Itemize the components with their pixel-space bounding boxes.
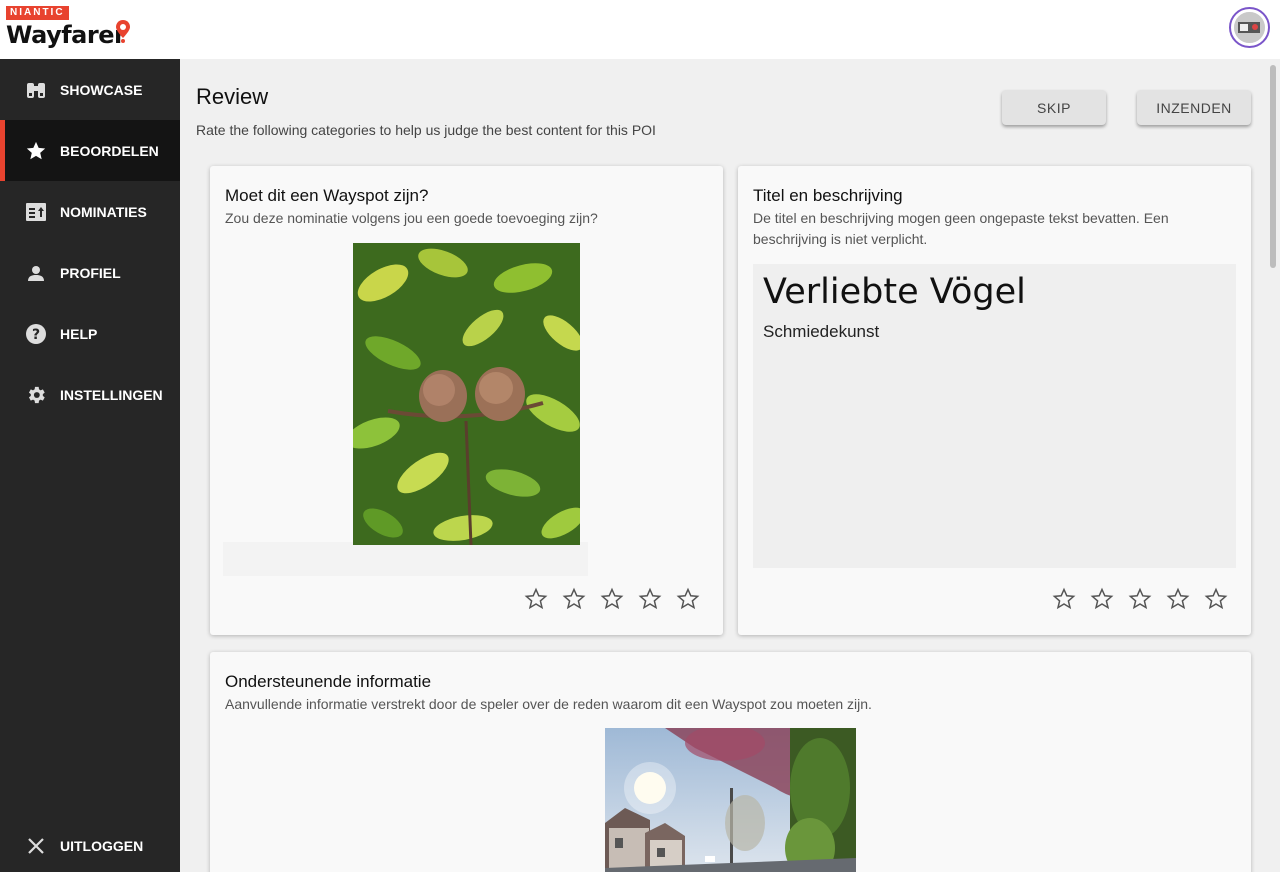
svg-text:?: ? [32,327,40,343]
gear-icon [25,384,47,406]
title-rating-stars [1045,586,1235,612]
skip-button[interactable]: SKIP [1002,90,1106,125]
sidebar-item-nominaties[interactable]: NOMINATIES [0,181,180,242]
top-bar: NIANTIC Wayfarer [0,0,1280,59]
wayfarer-logo[interactable]: NIANTIC Wayfarer [6,6,136,50]
niantic-wordmark: NIANTIC [6,6,69,20]
star-1-icon[interactable] [1045,586,1083,612]
binoculars-icon [25,79,47,101]
sidebar: SHOWCASE BEOORDELEN NOMINATIES PROFIEL ?… [0,59,180,872]
poi-title: Verliebte Vögel [763,272,1026,312]
sidebar-item-label: BEOORDELEN [60,142,159,159]
close-icon [25,835,47,857]
card-title: Moet dit een Wayspot zijn? [225,186,429,205]
user-avatar[interactable] [1229,7,1270,48]
supporting-info-card: Ondersteunende informatie Aanvullende in… [210,652,1251,872]
main-scrollbar[interactable] [1266,59,1280,872]
sidebar-item-label: NOMINATIES [60,203,147,220]
sidebar-item-beoordelen[interactable]: BEOORDELEN [0,120,180,181]
supporting-photo[interactable] [605,728,856,872]
star-5-icon[interactable] [669,586,707,612]
card-title: Ondersteunende informatie [225,672,432,691]
star-4-icon[interactable] [631,586,669,612]
star-4-icon[interactable] [1159,586,1197,612]
nomination-photo[interactable] [353,243,580,545]
sidebar-item-label: PROFIEL [60,264,121,281]
submit-button[interactable]: INZENDEN [1137,90,1251,125]
map-pin-icon [116,20,130,43]
poi-text-box: Verliebte Vögel Schmiedekunst [753,264,1236,568]
card-subtitle: De titel en beschrijving mogen geen onge… [753,210,1169,247]
sidebar-item-label: SHOWCASE [60,81,143,98]
wayfarer-wordmark: Wayfarer [6,21,126,49]
sidebar-item-showcase[interactable]: SHOWCASE [0,59,180,120]
logout-button[interactable]: UITLOGGEN [0,815,180,872]
sidebar-item-help[interactable]: ? HELP [0,303,180,364]
logout-label: UITLOGGEN [60,837,144,854]
sidebar-item-instellingen[interactable]: INSTELLINGEN [0,364,180,425]
help-icon: ? [25,323,47,345]
poi-description: Schmiedekunst [763,322,880,341]
nomination-photo-frame [223,542,588,576]
avatar-image [1234,12,1265,43]
star-1-icon[interactable] [517,586,555,612]
page-title: Review [196,84,269,109]
star-icon [25,140,47,162]
card-subtitle: Zou deze nominatie volgens jou een goede… [225,210,598,226]
star-3-icon[interactable] [1121,586,1159,612]
wayspot-card: Moet dit een Wayspot zijn? Zou deze nomi… [210,166,723,635]
card-subtitle: Aanvullende informatie verstrekt door de… [225,696,872,712]
card-title: Titel en beschrijving [753,186,903,205]
star-2-icon[interactable] [555,586,593,612]
star-2-icon[interactable] [1083,586,1121,612]
sidebar-item-profiel[interactable]: PROFIEL [0,242,180,303]
title-description-card: Titel en beschrijving De titel en beschr… [738,166,1251,635]
star-5-icon[interactable] [1197,586,1235,612]
scrollbar-thumb[interactable] [1270,65,1276,268]
wayspot-rating-stars [517,586,707,612]
page-subtitle: Rate the following categories to help us… [196,122,656,138]
sidebar-item-label: HELP [60,325,98,342]
nominations-icon [25,201,47,223]
star-3-icon[interactable] [593,586,631,612]
person-icon [25,262,47,284]
sidebar-item-label: INSTELLINGEN [60,386,163,403]
